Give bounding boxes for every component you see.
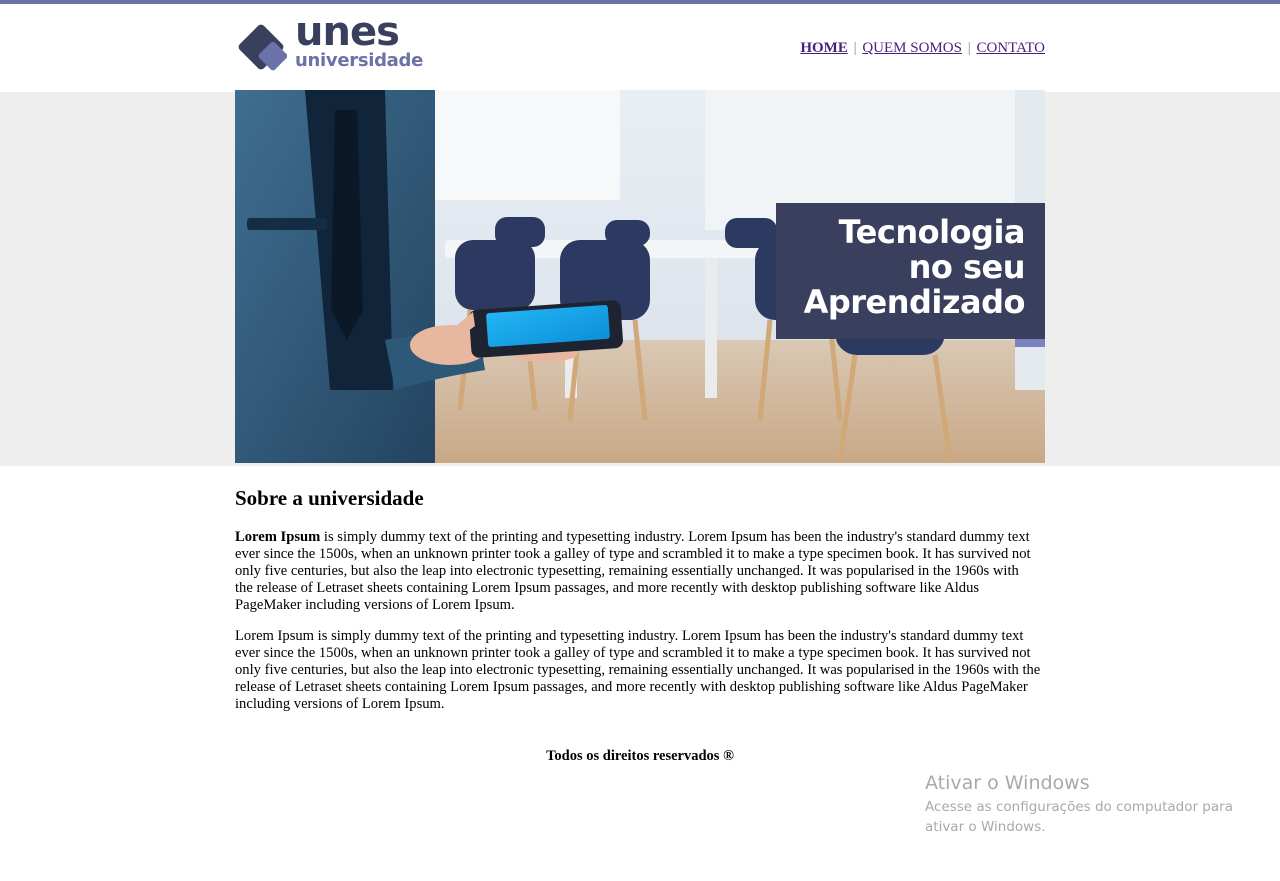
nav-home-link[interactable]: HOME (800, 40, 848, 56)
main-nav: HOME | QUEM SOMOS | CONTATO (800, 40, 1045, 57)
nav-about-link[interactable]: QUEM SOMOS (862, 40, 962, 56)
watermark-subtitle: Acesse as configurações do computador pa… (925, 799, 1233, 835)
paragraph-1-bold: Lorem Ipsum (235, 529, 321, 545)
watermark-title: Ativar o Windows (925, 772, 1090, 794)
paragraph-1: Lorem Ipsum is simply dummy text of the … (235, 529, 1035, 614)
footer-copyright: Todos os direitos reservados ® (546, 748, 734, 764)
logo-wordmark: unes (295, 9, 400, 55)
banner-caption-line: Aprendizado (803, 283, 1026, 321)
hero-banner: Tecnologia no seu Aprendizado (235, 90, 1045, 463)
top-accent-bar (0, 0, 1280, 4)
unes-logo[interactable]: unes universidade (235, 12, 435, 76)
banner-caption: Tecnologia no seu Aprendizado (776, 203, 1045, 339)
section-heading: Sobre a universidade (235, 486, 424, 510)
nav-separator: | (853, 40, 857, 56)
banner-caption-line: Tecnologia (838, 213, 1026, 251)
paragraph-2: Lorem Ipsum is simply dummy text of the … (235, 628, 1041, 712)
banner-caption-accent (1015, 339, 1045, 347)
about-section: Sobre a universidade Lorem Ipsum is simp… (235, 484, 1045, 712)
logo-diamond-icon (238, 24, 287, 71)
nav-contact-link[interactable]: CONTATO (976, 40, 1045, 56)
windows-activation-watermark: Ativar o Windows Acesse as configurações… (925, 772, 1245, 837)
logo-subtitle: universidade (295, 50, 424, 71)
banner-caption-line: no seu (908, 248, 1026, 286)
nav-separator: | (967, 40, 971, 56)
paragraph-1-text: is simply dummy text of the printing and… (235, 529, 1031, 613)
